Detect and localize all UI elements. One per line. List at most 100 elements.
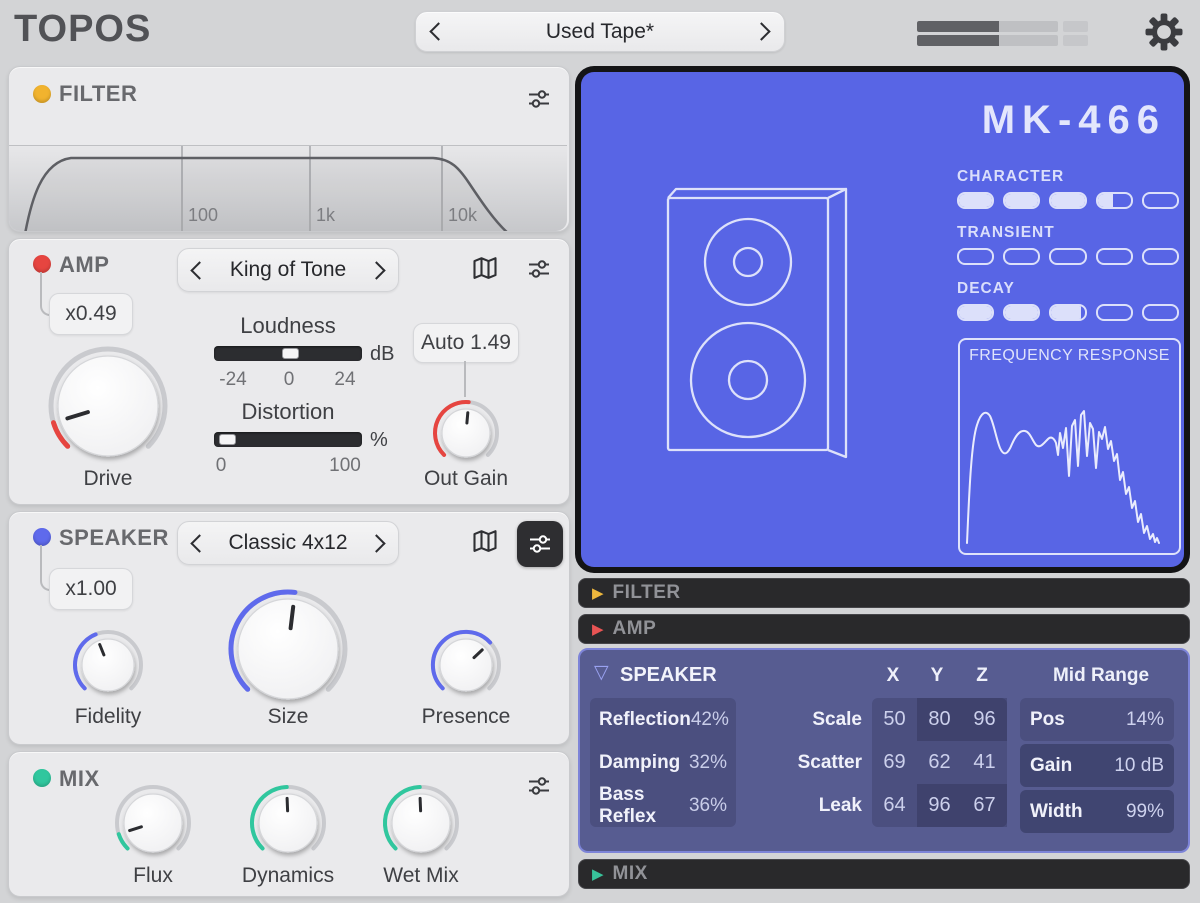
segment[interactable]: [1095, 304, 1133, 321]
segment[interactable]: [1095, 192, 1133, 209]
xyz-value-cell[interactable]: 67: [962, 784, 1007, 827]
amp-collapsed-row[interactable]: AMP: [578, 614, 1190, 644]
wet-mix-knob[interactable]: [380, 782, 462, 864]
speaker-preset-next-icon[interactable]: [367, 533, 386, 553]
dynamics-knob[interactable]: [247, 782, 329, 864]
speaker-enable-dot[interactable]: [33, 528, 51, 546]
xyz-value-cell[interactable]: 64: [872, 784, 917, 827]
filter-collapsed-row[interactable]: FILTER: [578, 578, 1190, 608]
amp-preset-selector[interactable]: King of Tone: [177, 248, 399, 292]
amp-multiplier-badge[interactable]: x0.49: [49, 293, 133, 335]
param-value[interactable]: 42%: [691, 709, 729, 731]
decay-segments[interactable]: [957, 304, 1180, 321]
out-gain-knob[interactable]: [430, 397, 502, 469]
mix-enable-dot[interactable]: [33, 769, 51, 787]
loudness-label: Loudness: [240, 313, 336, 338]
flux-knob[interactable]: [112, 782, 194, 864]
out-gain-connector: [464, 361, 466, 397]
frequency-response-curve: [966, 410, 1160, 544]
segment[interactable]: [957, 192, 995, 209]
sliders-icon: [529, 90, 549, 108]
segment[interactable]: [1141, 304, 1180, 321]
loudness-slider-handle[interactable]: [282, 348, 300, 359]
amp-enable-dot[interactable]: [33, 255, 51, 273]
segment[interactable]: [1141, 248, 1180, 265]
preset-name[interactable]: Used Tape*: [445, 20, 755, 44]
fidelity-knob[interactable]: [70, 627, 146, 703]
loudness-scale-mid: 0: [283, 369, 295, 390]
filter-response-graph[interactable]: 100 1k 10k: [9, 145, 567, 231]
character-segments[interactable]: [957, 192, 1180, 209]
settings-gear-icon[interactable]: [1144, 12, 1184, 52]
cabinet-params[interactable]: CHARACTER TRANSIENT DECAY: [957, 168, 1180, 336]
speaker-preset-name[interactable]: Classic 4x12: [206, 531, 370, 555]
param-label: Scale: [812, 708, 862, 730]
mix-collapsed-row[interactable]: MIX: [578, 859, 1190, 889]
out-gain-auto-badge[interactable]: Auto 1.49: [413, 323, 519, 363]
presence-knob[interactable]: [428, 627, 504, 703]
preset-selector[interactable]: Used Tape*: [415, 11, 785, 52]
segment[interactable]: [1141, 192, 1180, 209]
app-logo: TOPOS: [14, 8, 152, 50]
expand-arrow-icon[interactable]: [592, 584, 604, 603]
transient-segments[interactable]: [957, 248, 1180, 265]
amp-browse-button[interactable]: [469, 253, 501, 285]
segment[interactable]: [1003, 304, 1041, 321]
segment[interactable]: [1003, 192, 1041, 209]
segment[interactable]: [1095, 248, 1133, 265]
speaker-preset-selector[interactable]: Classic 4x12: [177, 521, 399, 565]
segment[interactable]: [957, 304, 995, 321]
mix-settings-button[interactable]: [523, 770, 555, 802]
frequency-response-box: FREQUENCY RESPONSE: [958, 338, 1181, 555]
amp-preset-next-icon[interactable]: [367, 260, 386, 280]
xyz-value-cell[interactable]: 96: [962, 698, 1007, 741]
filter-settings-button[interactable]: [523, 83, 555, 115]
preset-next-icon[interactable]: [752, 22, 771, 41]
param-value[interactable]: 14%: [1126, 709, 1164, 731]
column-header-mid-range: Mid Range: [1052, 665, 1150, 686]
segment[interactable]: [957, 248, 995, 265]
speaker-section: SPEAKER x1.00 Classic 4x12 Fidelity Size: [8, 511, 570, 745]
knob-graphic: [115, 785, 191, 853]
xyz-value-cell[interactable]: 50: [872, 698, 917, 741]
column-header-y: Y: [930, 665, 944, 686]
param-value[interactable]: 10 dB: [1114, 755, 1164, 777]
param-value[interactable]: 32%: [689, 752, 727, 774]
filter-enable-dot[interactable]: [33, 85, 51, 103]
knob-graphic: [430, 629, 501, 692]
amp-settings-button[interactable]: [523, 253, 555, 285]
speaker-settings-button[interactable]: [517, 521, 563, 567]
param-label: CHARACTER: [957, 168, 1065, 185]
param-value[interactable]: 36%: [689, 795, 727, 817]
speaker-xyz-labels: Scale Scatter Leak: [738, 698, 862, 827]
xyz-value-cell[interactable]: 96: [917, 784, 962, 827]
param-label: TRANSIENT: [957, 224, 1055, 241]
xyz-value-cell[interactable]: 80: [917, 698, 962, 741]
freq-tick-100: 100: [188, 205, 219, 225]
param-label: Width: [1030, 800, 1083, 822]
distortion-slider-handle[interactable]: [219, 434, 237, 445]
expand-arrow-icon[interactable]: [592, 620, 604, 639]
speaker-section-title: SPEAKER: [59, 525, 169, 550]
size-knob[interactable]: [226, 587, 350, 711]
speaker-browse-button[interactable]: [469, 526, 501, 558]
collapse-arrow-icon[interactable]: [594, 661, 609, 683]
speaker-multiplier-badge[interactable]: x1.00: [49, 568, 133, 610]
segment[interactable]: [1049, 192, 1087, 209]
knob-graphic: [433, 400, 499, 458]
amp-preset-name[interactable]: King of Tone: [206, 258, 370, 282]
drive-knob[interactable]: [46, 344, 170, 468]
xyz-value-cell[interactable]: 62: [917, 741, 962, 784]
distortion-slider[interactable]: [214, 432, 362, 447]
row-label: Scatter: [738, 741, 862, 784]
segment[interactable]: [1003, 248, 1041, 265]
knob-graphic: [250, 785, 326, 853]
expand-arrow-icon[interactable]: [592, 865, 604, 884]
distortion-unit: %: [370, 429, 388, 451]
segment[interactable]: [1049, 248, 1087, 265]
param-value[interactable]: 99%: [1126, 801, 1164, 823]
xyz-value-cell[interactable]: 69: [872, 741, 917, 784]
xyz-value-cell[interactable]: 41: [962, 741, 1007, 784]
loudness-slider[interactable]: [214, 346, 362, 361]
segment[interactable]: [1049, 304, 1087, 321]
